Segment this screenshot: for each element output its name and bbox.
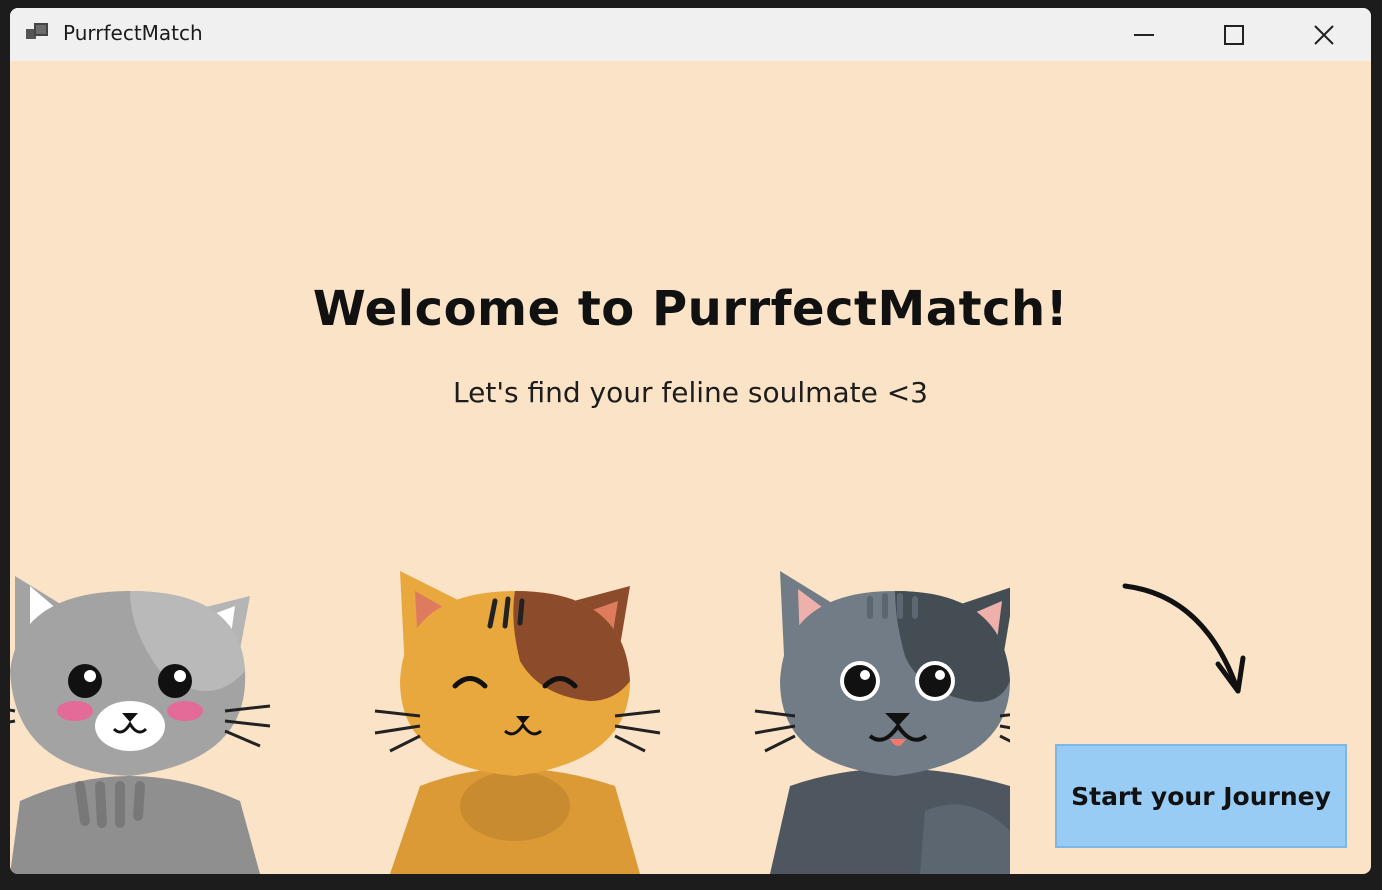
close-button[interactable] [1279,8,1369,61]
welcome-heading: Welcome to PurrfectMatch! [312,281,1069,337]
tagline: Let's find your feline soulmate <3 [453,376,928,409]
gray-cat-icon [10,576,271,874]
maximize-icon [1224,24,1244,45]
curved-arrow-icon [1122,583,1246,694]
app-icon [26,23,48,39]
minimize-button[interactable] [1099,8,1189,61]
window-title: PurrfectMatch [63,21,203,45]
app-window: PurrfectMatch Welcome to PurrfectMatch! … [10,8,1371,874]
orange-cat-icon [374,571,661,874]
maximize-button[interactable] [1189,8,1279,61]
main-content: Welcome to PurrfectMatch! Let's find you… [10,61,1371,874]
start-journey-button[interactable]: Start your Journey [1055,744,1347,848]
cats-illustration [10,571,1010,874]
minimize-icon [1134,33,1154,36]
close-icon [1314,24,1334,45]
title-bar[interactable]: PurrfectMatch [10,8,1371,61]
dark-gray-cat-icon [754,571,1010,874]
